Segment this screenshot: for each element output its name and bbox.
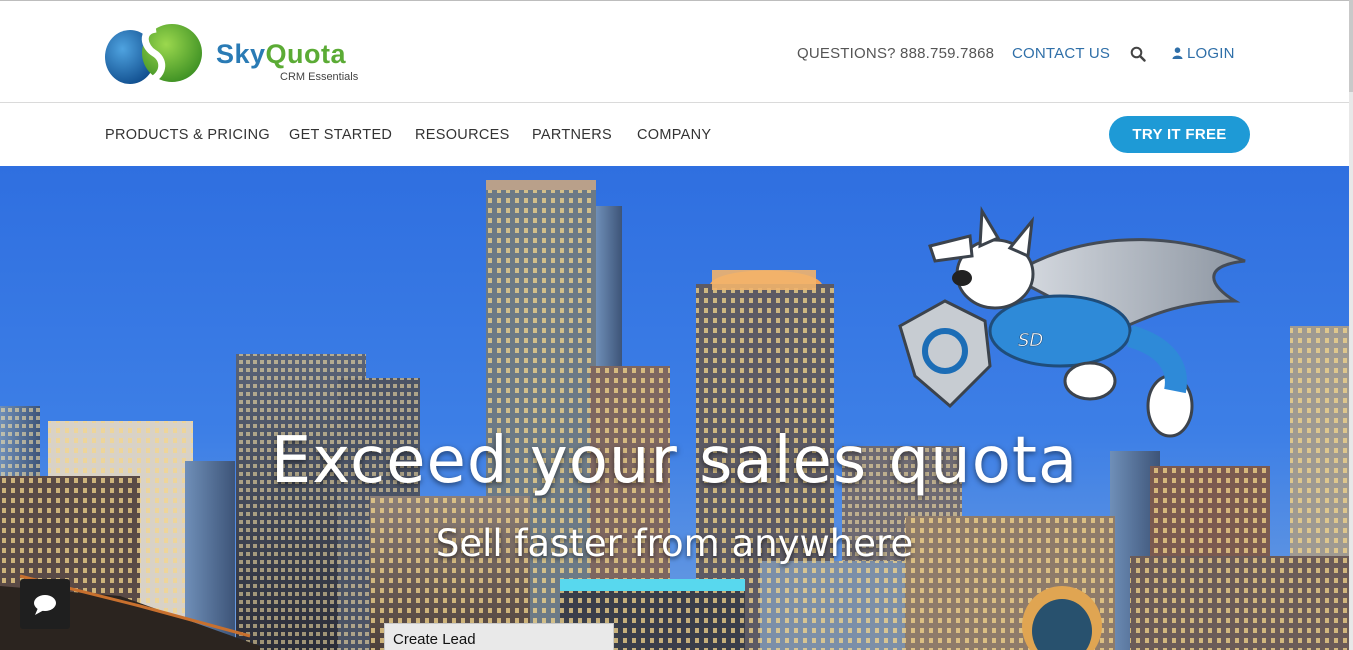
- logo-word-quota: Quota: [265, 39, 347, 69]
- logo-tagline: CRM Essentials: [280, 71, 359, 83]
- hero-subtitle: Sell faster from anywhere: [435, 522, 914, 565]
- chat-button[interactable]: [20, 579, 70, 629]
- city-skyline-image: SD: [0, 166, 1349, 650]
- nav-resources[interactable]: RESOURCES: [415, 127, 510, 143]
- login-link[interactable]: LOGIN: [1172, 45, 1235, 62]
- header-utility-links: QUESTIONS? 888.759.7868 CONTACT US LOGIN: [797, 45, 1349, 63]
- nav-products-pricing[interactable]: PRODUCTS & PRICING: [105, 127, 270, 143]
- top-header: SkyQuota CRM Essentials QUESTIONS? 888.7…: [0, 1, 1349, 103]
- main-nav: PRODUCTS & PRICING GET STARTED RESOURCES…: [0, 103, 1349, 165]
- contact-us-link[interactable]: CONTACT US: [1012, 45, 1110, 62]
- skyquota-logo[interactable]: SkyQuota CRM Essentials: [104, 21, 374, 87]
- nav-get-started[interactable]: GET STARTED: [289, 127, 392, 143]
- logo-word-sky: Sky: [216, 39, 266, 69]
- chat-bubble-icon: [34, 595, 56, 615]
- login-label: LOGIN: [1187, 45, 1235, 62]
- try-it-free-button[interactable]: TRY IT FREE: [1109, 116, 1250, 153]
- hero-banner: SD Exceed your sales quota Sell faster f…: [0, 166, 1349, 650]
- logo-wordmark: SkyQuota: [216, 39, 346, 70]
- logo-mark-icon: [105, 24, 202, 85]
- create-lead-button[interactable]: Create Lead: [384, 623, 614, 650]
- scrollbar-thumb[interactable]: [1349, 0, 1353, 92]
- hero-title: Exceed your sales quota: [270, 424, 1079, 498]
- questions-phone: QUESTIONS? 888.759.7868: [797, 45, 995, 62]
- page-scrollbar[interactable]: [1349, 0, 1353, 650]
- search-icon[interactable]: [1130, 46, 1146, 62]
- mascot-badge: SD: [1018, 330, 1043, 351]
- nav-company[interactable]: COMPANY: [637, 127, 711, 143]
- user-icon: [1172, 46, 1183, 59]
- page: SkyQuota CRM Essentials QUESTIONS? 888.7…: [0, 0, 1349, 650]
- nav-partners[interactable]: PARTNERS: [532, 127, 612, 143]
